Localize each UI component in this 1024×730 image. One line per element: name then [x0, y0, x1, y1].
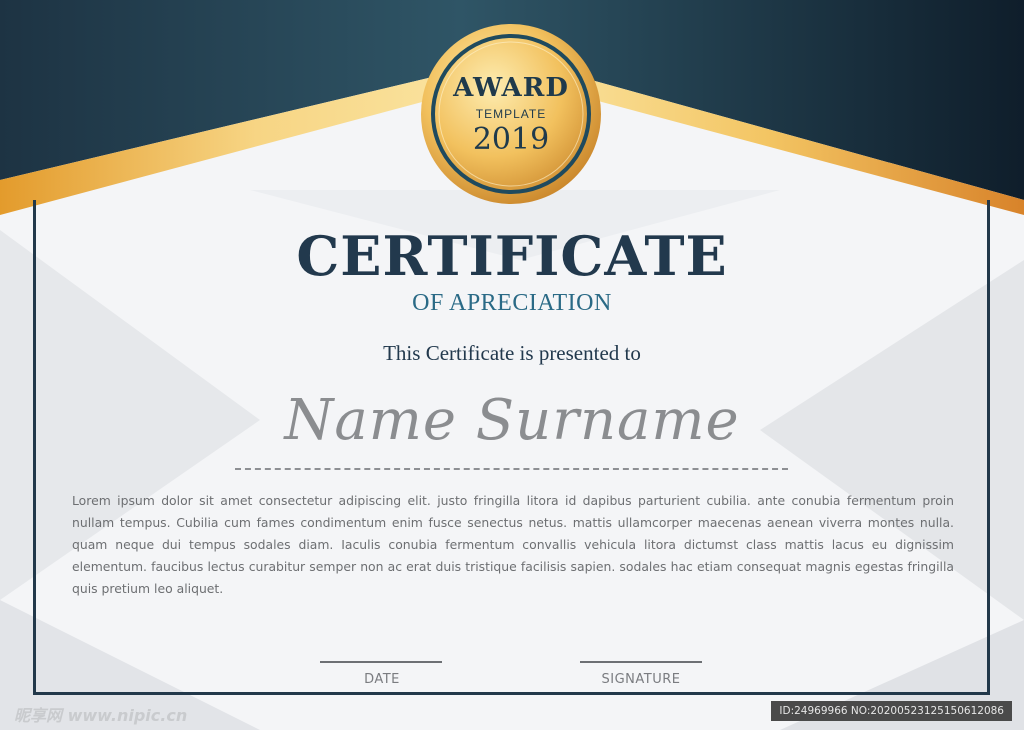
badge-template-text: TEMPLATE [475, 107, 547, 121]
id-watermark: ID:24969966 NO:20200523125150612086 [771, 701, 1012, 721]
certificate-subtitle: OF APRECIATION [412, 290, 612, 316]
certificate-body-text: Lorem ipsum dolor sit amet consectetur a… [72, 493, 954, 596]
date-line [320, 661, 442, 663]
badge-year-text: 2019 [472, 122, 550, 157]
presented-to-text: This Certificate is presented to [383, 341, 641, 365]
signature-label: SIGNATURE [601, 672, 681, 687]
award-badge: AWARD TEMPLATE 2019 [423, 27, 599, 203]
date-label: DATE [364, 672, 400, 687]
name-dashed-line [235, 468, 788, 470]
certificate-title: CERTIFICATE [296, 224, 728, 288]
signature-line [580, 661, 702, 663]
recipient-name: Name Surname [284, 388, 740, 453]
site-watermark: 昵享网 www.nipic.cn [14, 706, 188, 725]
badge-award-text: AWARD [453, 73, 569, 103]
